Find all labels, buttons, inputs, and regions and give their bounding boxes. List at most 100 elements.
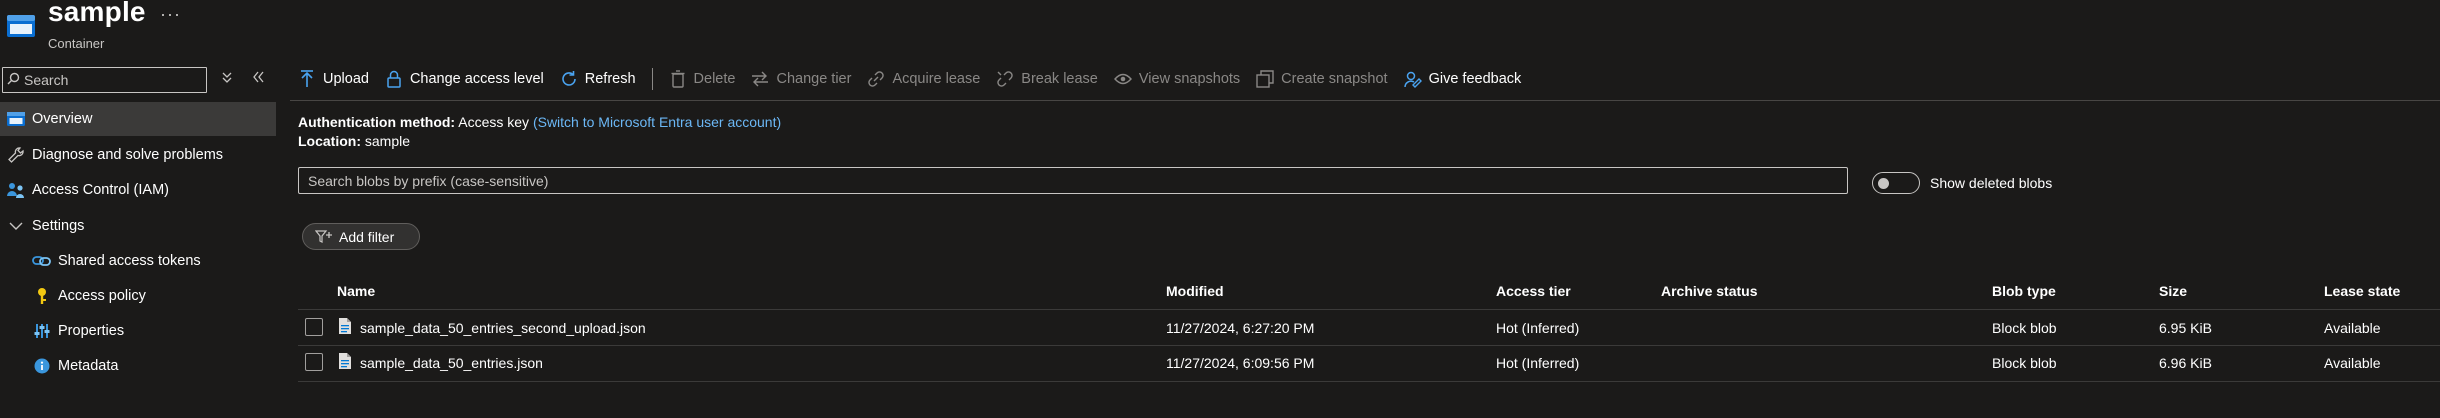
- table-row[interactable]: sample_data_50_entries.json 11/27/2024, …: [0, 346, 2440, 381]
- give-feedback-button[interactable]: Give feedback: [1403, 70, 1522, 88]
- upload-label: Upload: [323, 71, 369, 87]
- overview-icon: [6, 109, 26, 129]
- cell-modified: 11/27/2024, 6:09:56 PM: [1166, 355, 1315, 371]
- column-header-access-tier[interactable]: Access tier: [1496, 283, 1571, 299]
- cell-lease-state: Available: [2324, 320, 2381, 336]
- expand-all-icon[interactable]: [221, 70, 233, 88]
- sidebar-search-input[interactable]: [24, 72, 194, 88]
- link-chain-icon: [867, 70, 885, 88]
- toolbar: Upload Change access level Refresh Delet…: [298, 66, 1537, 92]
- upload-button[interactable]: Upload: [298, 70, 369, 88]
- arrows-swap-icon: [751, 70, 769, 88]
- cell-blob-type: Block blob: [1992, 320, 2057, 336]
- location-label: Location:: [298, 133, 361, 149]
- toolbar-divider: [651, 68, 653, 90]
- sidebar-item-diagnose[interactable]: Diagnose and solve problems: [0, 138, 276, 172]
- show-deleted-toggle[interactable]: [1872, 172, 1920, 194]
- change-access-label: Change access level: [409, 71, 544, 87]
- toggle-knob: [1878, 178, 1889, 189]
- cell-blob-type: Block blob: [1992, 355, 2057, 371]
- blob-search-box[interactable]: [298, 167, 1848, 194]
- switch-auth-link[interactable]: (Switch to Microsoft Entra user account): [533, 114, 781, 130]
- change-access-level-button[interactable]: Change access level: [385, 70, 544, 88]
- sidebar-item-label: Settings: [32, 218, 85, 234]
- acquire-lease-label: Acquire lease: [892, 71, 981, 87]
- cell-size: 6.96 KiB: [2159, 355, 2212, 371]
- eye-icon: [1113, 70, 1132, 88]
- toolbar-divider-line: [290, 100, 2440, 101]
- sidebar-item-label: Shared access tokens: [58, 253, 201, 269]
- auth-method-line: Authentication method: Access key (Switc…: [298, 114, 781, 130]
- sidebar-item-overview[interactable]: Overview: [0, 102, 276, 136]
- broken-link-icon: [996, 70, 1014, 88]
- table-row-divider: [298, 381, 2440, 382]
- create-snapshot-button[interactable]: Create snapshot: [1256, 70, 1388, 88]
- refresh-icon: [560, 70, 578, 88]
- column-header-archive-status[interactable]: Archive status: [1661, 283, 1757, 299]
- row-checkbox[interactable]: [305, 318, 323, 336]
- give-feedback-label: Give feedback: [1428, 71, 1522, 87]
- column-header-size[interactable]: Size: [2159, 283, 2187, 299]
- trash-icon: [669, 70, 687, 88]
- sidebar-item-settings[interactable]: Settings: [0, 209, 276, 243]
- page-subtitle: Container: [48, 36, 105, 51]
- page-title: sample: [48, 0, 146, 27]
- sidebar-search[interactable]: [2, 67, 207, 93]
- cell-access-tier: Hot (Inferred): [1496, 320, 1580, 336]
- collapse-sidebar-icon[interactable]: [252, 70, 264, 88]
- wrench-icon: [6, 145, 26, 165]
- sidebar-item-access-control[interactable]: Access Control (IAM): [0, 173, 276, 207]
- lock-icon: [385, 70, 403, 88]
- column-header-blob-type[interactable]: Blob type: [1992, 283, 2056, 299]
- create-snapshot-label: Create snapshot: [1281, 71, 1388, 87]
- sidebar-item-label: Diagnose and solve problems: [32, 147, 224, 163]
- sidebar-item-access-policy[interactable]: Access policy: [0, 279, 276, 313]
- blob-name-link[interactable]: sample_data_50_entries.json: [360, 355, 543, 371]
- column-header-name[interactable]: Name: [337, 283, 375, 299]
- blob-search-input[interactable]: [308, 172, 1808, 189]
- refresh-button[interactable]: Refresh: [560, 70, 636, 88]
- auth-method-value: Access key: [458, 114, 530, 130]
- break-lease-label: Break lease: [1021, 71, 1098, 87]
- location-value: sample: [364, 133, 411, 149]
- more-options-button[interactable]: ···: [160, 4, 181, 25]
- key-icon: [32, 286, 52, 306]
- change-tier-button[interactable]: Change tier: [751, 70, 851, 88]
- row-checkbox[interactable]: [305, 353, 323, 371]
- link-icon: [32, 251, 52, 271]
- refresh-label: Refresh: [584, 71, 636, 87]
- sidebar-item-label: Access policy: [58, 288, 146, 304]
- column-header-modified[interactable]: Modified: [1166, 283, 1224, 299]
- chevron-down-icon: [6, 216, 26, 236]
- snapshot-icon: [1256, 70, 1274, 88]
- add-filter-button[interactable]: Add filter: [302, 223, 420, 250]
- column-header-lease-state[interactable]: Lease state: [2324, 283, 2400, 299]
- cell-modified: 11/27/2024, 6:27:20 PM: [1166, 320, 1315, 336]
- auth-method-label: Authentication method:: [298, 114, 456, 130]
- acquire-lease-button[interactable]: Acquire lease: [867, 70, 980, 88]
- feedback-icon: [1403, 70, 1422, 88]
- show-deleted-label: Show deleted blobs: [1930, 175, 2053, 191]
- cell-access-tier: Hot (Inferred): [1496, 355, 1580, 371]
- sidebar-item-label: Access Control (IAM): [32, 182, 169, 198]
- filter-plus-icon: [315, 229, 333, 244]
- upload-icon: [298, 70, 316, 88]
- cell-lease-state: Available: [2324, 355, 2381, 371]
- delete-button[interactable]: Delete: [669, 70, 736, 88]
- location-line: Location: sample: [298, 133, 410, 149]
- break-lease-button[interactable]: Break lease: [996, 70, 1098, 88]
- add-filter-label: Add filter: [339, 228, 395, 245]
- file-icon: [338, 352, 352, 370]
- delete-label: Delete: [693, 71, 736, 87]
- blob-name-link[interactable]: sample_data_50_entries_second_upload.jso…: [360, 320, 646, 336]
- file-icon: [338, 317, 352, 335]
- sidebar-item-label: Overview: [32, 111, 93, 127]
- table-row[interactable]: sample_data_50_entries_second_upload.jso…: [0, 310, 2440, 345]
- change-tier-label: Change tier: [776, 71, 852, 87]
- cell-size: 6.95 KiB: [2159, 320, 2212, 336]
- sidebar-item-shared-access-tokens[interactable]: Shared access tokens: [0, 244, 276, 278]
- people-icon: [6, 180, 26, 200]
- view-snapshots-button[interactable]: View snapshots: [1113, 70, 1241, 88]
- container-icon: [6, 14, 36, 38]
- view-snapshots-label: View snapshots: [1138, 71, 1241, 87]
